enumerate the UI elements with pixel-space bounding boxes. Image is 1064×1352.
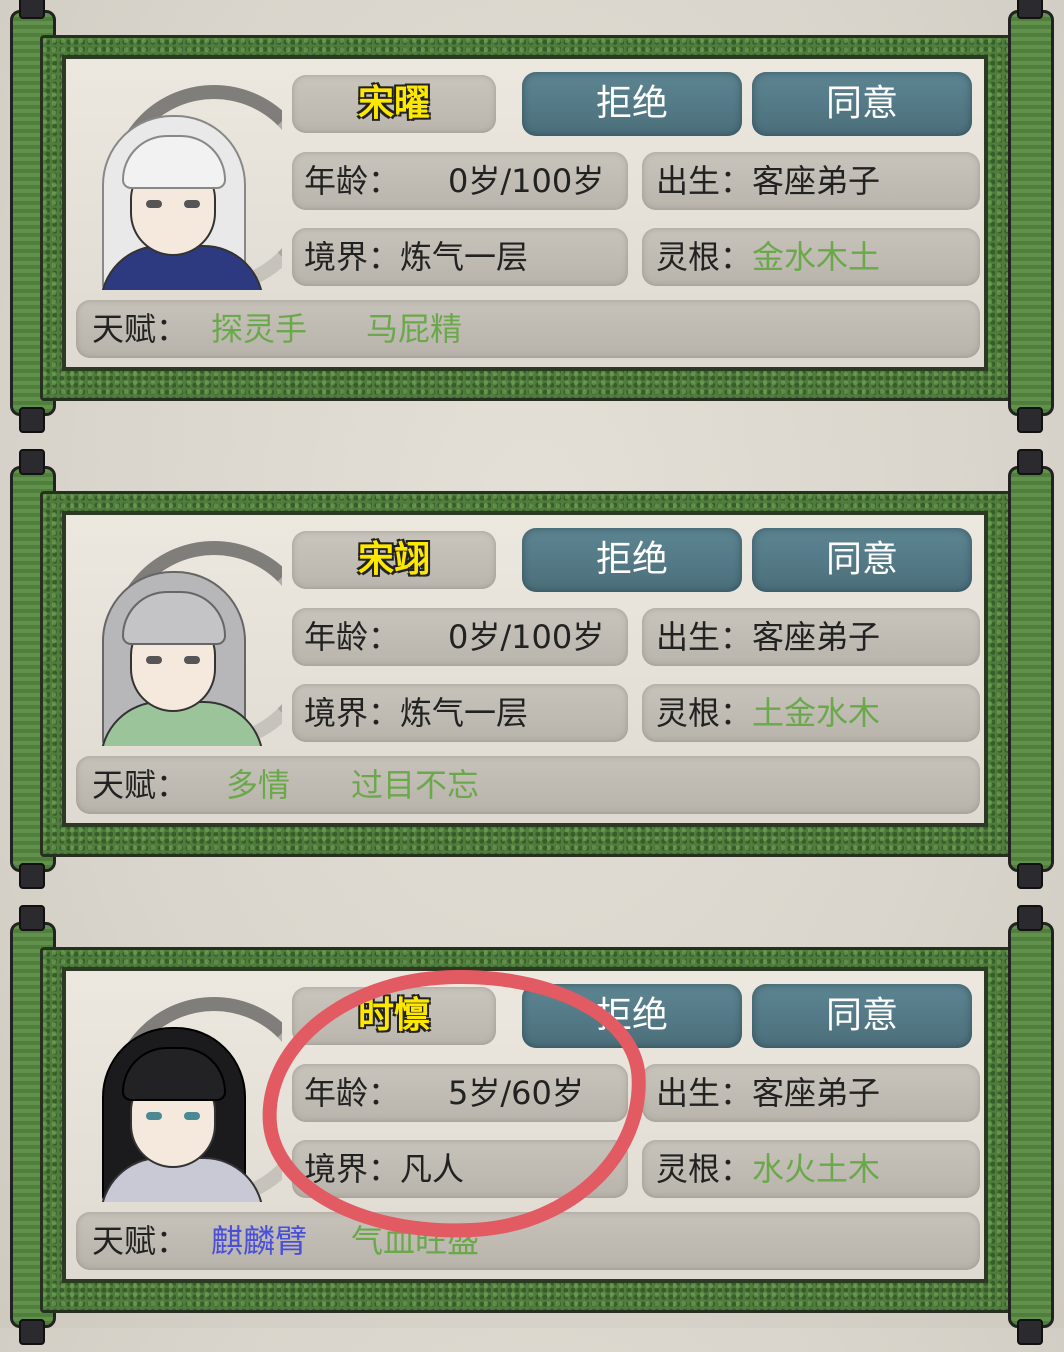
disciple-name: 宋曜 [357,83,430,124]
birth-label: 出生： [656,618,753,656]
disciple-name: 宋翊 [357,539,430,580]
scroll-roller-right [1008,905,1054,1345]
age-value: 0岁/100岁 [448,618,605,656]
name-plate: 宋曜 [292,75,496,133]
birth-label: 出生： [656,162,753,200]
age-label: 年龄： [304,618,401,656]
root-label: 灵根： [656,1150,753,1188]
realm-field: 境界：炼气一层 [292,228,628,286]
root-value: 水火土木 [752,1150,881,1188]
talent-field: 天赋： 多情 过目不忘 [76,756,980,814]
root-value: 土金水木 [752,694,881,732]
disciple-portrait [82,531,282,746]
reject-button[interactable]: 拒绝 [522,72,742,136]
realm-field: 境界：炼气一层 [292,684,628,742]
disciple-portrait [82,987,282,1202]
agree-button[interactable]: 同意 [752,72,972,136]
birth-value: 客座弟子 [752,1074,881,1112]
talent-label: 天赋： [92,1222,189,1260]
talent-field: 天赋： 探灵手 马屁精 [76,300,980,358]
realm-value: 炼气一层 [400,694,529,732]
realm-value: 炼气一层 [400,238,529,276]
age-label: 年龄： [304,162,401,200]
birth-value: 客座弟子 [752,618,881,656]
root-label: 灵根： [656,238,753,276]
talent-label: 天赋： [92,766,189,804]
disciple-card-1: 宋曜 拒绝 同意 年龄： 0岁/100岁 出生：客座弟子 境界：炼气一层 灵根：金… [0,0,1064,440]
talent-label: 天赋： [92,310,189,348]
reject-button[interactable]: 拒绝 [522,528,742,592]
birth-value: 客座弟子 [752,162,881,200]
realm-label: 境界： [304,238,401,276]
scroll-roller-right [1008,449,1054,889]
root-field: 灵根：土金水木 [642,684,980,742]
root-label: 灵根： [656,694,753,732]
agree-button[interactable]: 同意 [752,528,972,592]
talent-1[interactable]: 多情 [226,756,290,814]
disciple-card-2: 宋翊 拒绝 同意 年龄： 0岁/100岁 出生：客座弟子 境界：炼气一层 灵根：土… [0,449,1064,896]
age-field: 年龄： 0岁/100岁 [292,152,628,210]
scroll-roller-right [1008,0,1054,433]
root-field: 灵根：水火土木 [642,1140,980,1198]
talent-1[interactable]: 探灵手 [211,300,307,358]
birth-field: 出生：客座弟子 [642,608,980,666]
birth-field: 出生：客座弟子 [642,152,980,210]
birth-label: 出生： [656,1074,753,1112]
root-field: 灵根：金水木土 [642,228,980,286]
talent-1[interactable]: 麒麟臂 [211,1212,307,1270]
age-value: 0岁/100岁 [448,162,605,200]
age-field: 年龄： 0岁/100岁 [292,608,628,666]
name-plate: 宋翊 [292,531,496,589]
realm-label: 境界： [304,694,401,732]
birth-field: 出生：客座弟子 [642,1064,980,1122]
disciple-portrait [82,75,282,290]
root-value: 金水木土 [752,238,881,276]
talent-2[interactable]: 过目不忘 [351,756,479,814]
talent-2[interactable]: 马屁精 [366,300,462,358]
agree-button[interactable]: 同意 [752,984,972,1048]
